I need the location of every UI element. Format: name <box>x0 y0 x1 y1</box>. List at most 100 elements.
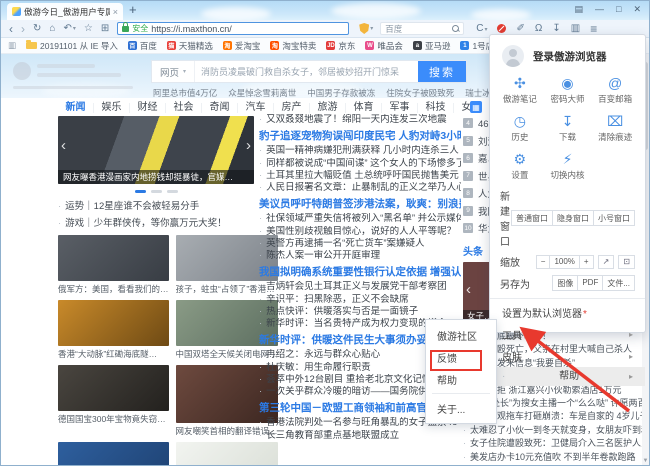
headline-link[interactable]: 同样都被说成“中国间谍” 这个女人的下场惨多了 <box>259 158 461 170</box>
menu-feature-item[interactable]: ⚡ 切换内核 <box>544 151 592 181</box>
headline-link[interactable]: 长三角教育部重点基地联盟成立 <box>259 430 461 442</box>
category-tab[interactable]: 房产 <box>274 103 310 113</box>
shield-caret-icon[interactable]: ▾ <box>370 25 373 32</box>
bookmark-item[interactable]: W 唯品会 <box>365 40 403 52</box>
save-as-option-button[interactable]: PDF <box>577 275 603 291</box>
menu-feature-item[interactable]: ⚙ 设置 <box>496 151 544 181</box>
quick-search-engine[interactable]: 百度 <box>385 23 402 35</box>
split-screen-icon[interactable]: ▥ <box>571 23 580 34</box>
minimize-button[interactable]: — <box>595 4 604 15</box>
category-tab[interactable]: 新闻 <box>58 103 94 113</box>
adblock-icon[interactable] <box>497 24 506 33</box>
bookmark-item[interactable]: 猫 天猫精选 <box>167 40 213 52</box>
hot-search-word[interactable]: 众星悼念雪莉离世 <box>228 87 296 99</box>
sniffer-icon[interactable]: Ω <box>535 23 542 34</box>
tab-close-icon[interactable]: × <box>113 7 118 17</box>
bookmark-item[interactable]: 淘 淘宝特卖 <box>270 40 316 52</box>
category-tab[interactable]: 军事 <box>382 103 418 113</box>
thumbnail-caption[interactable]: 德国国宝300年宝物竟失窃… <box>58 413 169 425</box>
hot-search-word[interactable]: 住院女子被殴致死 <box>386 87 454 99</box>
new-window-option-button[interactable]: 隐身窗口 <box>552 210 594 226</box>
news-thumbnail[interactable] <box>176 442 278 465</box>
login-label[interactable]: 登录傲游浏览器 <box>533 49 607 64</box>
quick-link[interactable]: 运势｜12星座谁不会被轻易分手 <box>58 198 254 212</box>
save-as-option-button[interactable]: 图像 <box>552 275 578 291</box>
snap-page-icon[interactable]: ⊞ <box>101 24 109 34</box>
quick-search-box[interactable]: 百度 <box>380 22 464 35</box>
skin-icon[interactable]: ▤ <box>575 4 584 15</box>
help-menu-item[interactable]: 帮助▸ <box>490 367 645 386</box>
carousel-prev-icon[interactable]: ‹ <box>61 138 66 153</box>
headline-link[interactable]: 我国拟明确系统重要性银行认定依据 增强认定透… <box>259 266 461 278</box>
right-news-link[interactable]: 美发店办卡10元充值吹 不到半年卷款跑路 <box>463 451 645 464</box>
login-row[interactable]: 登录傲游浏览器 <box>490 35 645 70</box>
search-icon[interactable] <box>452 25 459 32</box>
headline-link[interactable]: 美国性别歧视触目惊心，说好的人人平等呢？ <box>259 226 461 238</box>
carousel-prev-icon[interactable]: ‹ <box>466 282 471 297</box>
save-as-option-button[interactable]: 文件... <box>602 275 635 291</box>
help-submenu-item[interactable]: 帮助 <box>426 368 496 390</box>
headline-link[interactable]: 陈杰人案一审公开开庭审理 <box>259 250 461 262</box>
page-search-button[interactable]: 搜索 <box>418 61 466 82</box>
new-tab-button[interactable]: + <box>129 2 137 17</box>
page-search-input[interactable] <box>195 61 418 82</box>
home-icon[interactable]: ⌂ <box>49 24 55 34</box>
headline-link[interactable]: 英警方再逮捕一名“死亡货车”案嫌疑人 <box>259 238 461 250</box>
category-tab[interactable]: 财经 <box>130 103 166 113</box>
fullscreen-icon[interactable]: ↗ <box>598 255 615 269</box>
thumbnail-caption[interactable]: 香港“大动脉”红磡海底隧… <box>58 348 169 360</box>
undo-caret-icon[interactable]: ▾ <box>73 25 76 32</box>
search-engine-dropdown[interactable]: 网页 ▾ <box>152 61 195 82</box>
hot-search-word[interactable]: 阿里总市值4万亿 <box>153 87 217 99</box>
headline-link[interactable]: 土耳其里拉大幅贬值 土总统呼吁国民抛售美元 <box>259 170 461 182</box>
category-tab[interactable]: 体育 <box>346 103 382 113</box>
headline-link[interactable]: 人民日报署名文章：止暴制乱的正义之举乃人心所向 <box>259 182 461 194</box>
quick-link[interactable]: 游戏｜少年群侠传，等你赢万元大奖！ <box>58 215 254 229</box>
thumbnail-image[interactable] <box>58 235 169 281</box>
set-default-browser-item[interactable]: 设置为默认浏览器* <box>490 301 645 323</box>
news-thumbnail[interactable]: 德国国宝300年宝物竟失窃… <box>58 365 169 442</box>
skins-menu-item[interactable]: 皮肤▸ <box>490 345 645 367</box>
carousel-dot[interactable] <box>167 190 178 193</box>
carousel-next-icon[interactable]: › <box>246 138 251 153</box>
right-news-link[interactable]: 女子住院遭殴致死：卫健局介入三名医护人员被拘 <box>463 437 645 450</box>
headline-link[interactable]: 社保领域严重失信将被列入“黑名单” 并公示媒体 <box>259 213 461 225</box>
headline-link[interactable]: 又双叒叕地震了！绵阳一天内连发三次地震 <box>259 114 461 126</box>
shield-icon[interactable] <box>359 23 369 34</box>
headline-link[interactable]: 美议员呼吁特朗普签涉港法案，耿爽：别浪费美… <box>259 198 461 210</box>
headline-link[interactable]: 豹子追逐宠物狗误闯印度民宅 人豹对峙3小时 <box>259 130 461 142</box>
headline-link[interactable]: 辛识平：扫黑除恶，正义不会缺席 <box>259 294 461 306</box>
thumbnail-image[interactable] <box>58 365 169 411</box>
menu-feature-item[interactable]: ◉ 密码大师 <box>544 75 592 105</box>
thumbnail-image[interactable] <box>176 442 278 465</box>
headline-link[interactable]: 吉炳轩会见土耳其正义与发展党干部考察团 <box>259 281 461 293</box>
category-tab[interactable]: 奇闻 <box>202 103 238 113</box>
news-carousel[interactable]: ‹ › 网友曝香港漫画家内地捞钱却挺暴徒，官媒… <box>58 116 254 184</box>
address-bar[interactable]: 安全 https://i.maxthon.cn/ <box>117 22 349 35</box>
menu-feature-item[interactable]: ✣ 傲游笔记 <box>496 75 544 105</box>
download-icon[interactable]: ↧ <box>552 23 560 34</box>
news-thumbnail[interactable]: 香港“大动脉”红磡海底隧… <box>58 300 169 365</box>
bookmark-item[interactable]: 20191101 从 IE 导入 <box>26 40 118 52</box>
undo-icon[interactable]: ↶ <box>63 24 71 34</box>
zoom-out-button[interactable]: − <box>536 255 551 269</box>
split-view-icon[interactable]: ⊡ <box>618 255 635 269</box>
reader-mode-icon[interactable]: C▾ <box>476 23 487 34</box>
avatar[interactable] <box>502 45 524 67</box>
community-menu-item[interactable]: 傲游社区 <box>426 324 496 346</box>
bookmark-item[interactable]: 百 百度 <box>128 40 157 52</box>
close-button[interactable]: ✕ <box>633 4 641 15</box>
zoom-in-button[interactable]: + <box>579 255 594 269</box>
screenshot-icon[interactable]: ✐ <box>516 23 524 34</box>
about-menu-item[interactable]: 关于... <box>426 397 496 419</box>
headline-link[interactable]: 英国一精神病嫌犯刑满获释 几小时内连杀三人 <box>259 145 461 157</box>
category-tab[interactable]: 汽车 <box>238 103 274 113</box>
menu-feature-item[interactable]: ⌧ 清除痕迹 <box>591 113 639 143</box>
url-text[interactable]: https://i.maxthon.cn/ <box>151 24 232 34</box>
sidebar-toggle-icon[interactable]: ▥ <box>8 40 16 51</box>
headline-link[interactable]: 热点快评：供暖落实与否是一面镜子 <box>259 306 461 318</box>
thumbnail-image[interactable]: 务院台 务办公 <box>58 442 169 465</box>
category-tab[interactable]: 科技 <box>418 103 454 113</box>
carousel-caption[interactable]: 网友曝香港漫画家内地捞钱却挺暴徒，官媒… <box>58 170 254 184</box>
favorite-star-icon[interactable]: ☆ <box>84 24 93 34</box>
